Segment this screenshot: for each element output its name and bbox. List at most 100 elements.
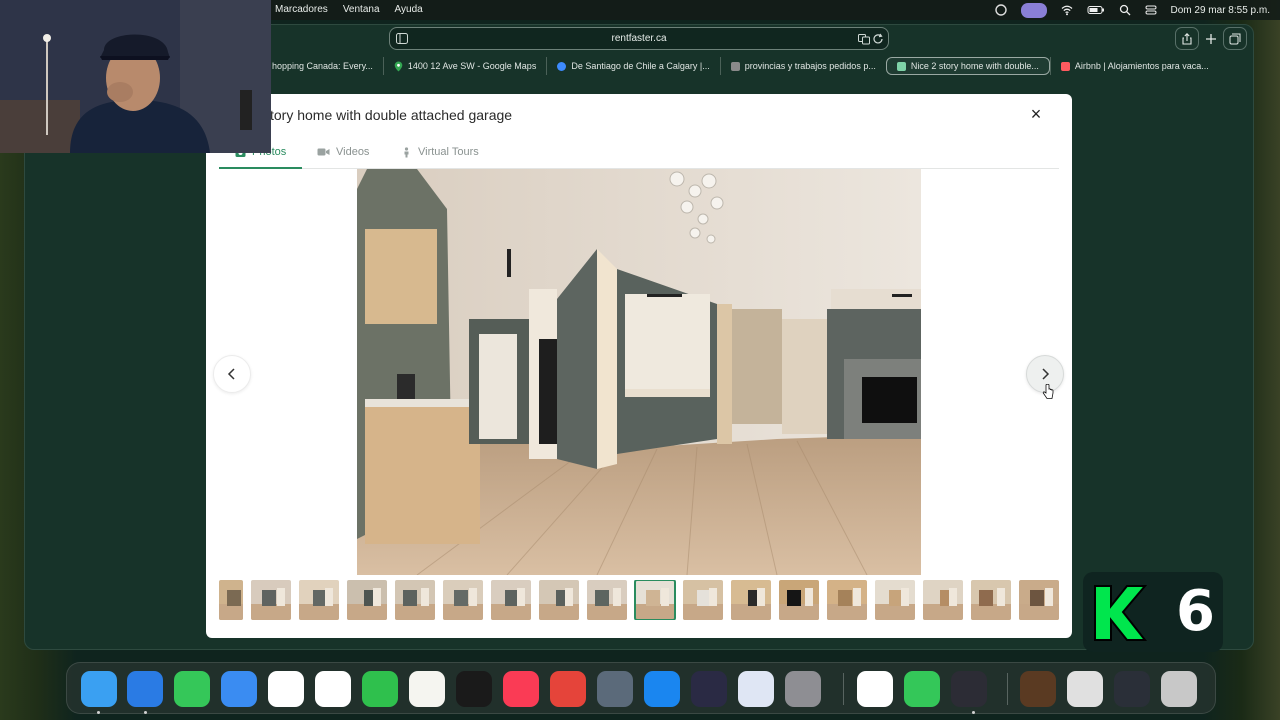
menu-clock[interactable]: Dom 29 mar 8:55 p.m. [1171,5,1270,16]
dock-finder-icon[interactable] [81,671,117,707]
share-button[interactable] [1175,27,1199,50]
photo-thumbnail[interactable] [683,580,723,620]
airbnb-favicon-icon [1060,61,1070,71]
menu-ventana[interactable]: Ventana [343,4,380,15]
photo-thumbnail[interactable] [347,580,387,620]
screen-recording-icon[interactable] [1020,2,1047,18]
tab-airbnb[interactable]: Airbnb | Alojamientos para vaca... [1049,57,1219,75]
dock-omnifocus-icon[interactable] [597,671,633,707]
dock-phone-icon[interactable] [904,671,940,707]
dock-preview-icon[interactable] [1067,671,1103,707]
dock-mail-icon[interactable] [221,671,257,707]
tab-santiago-calgary[interactable]: De Santiago de Chile a Calgary |... [546,57,719,75]
modal-title: tory home with double attached garage [270,107,513,123]
url-text[interactable]: rentfaster.ca [611,33,666,44]
translate-icon[interactable] [858,33,870,45]
main-photo [357,169,921,575]
menu-ayuda[interactable]: Ayuda [395,4,423,15]
tab-rentfaster[interactable]: Nice 2 story home with double... [885,57,1050,75]
reload-icon[interactable] [872,33,884,45]
photo-thumbnail[interactable] [875,580,915,620]
dock-screenshots-icon[interactable] [1114,671,1150,707]
photo-thumbnail[interactable] [923,580,963,620]
chevron-right-icon [1042,368,1050,380]
dock-messages-icon[interactable] [174,671,210,707]
photo-thumbnail[interactable] [779,580,819,620]
tab-overview-button[interactable] [1223,27,1247,50]
photo-thumbnail[interactable] [587,580,627,620]
maps-pin-icon [394,61,403,71]
dock-music-icon[interactable] [503,671,539,707]
street-view-icon [404,146,409,157]
menu-marcadores[interactable]: Marcadores [275,4,328,15]
webcam-overlay [0,0,271,153]
media-tabs: Photos Videos Virtual Tours [219,143,1059,169]
dock-trash-icon[interactable] [1161,671,1197,707]
dock-obs-icon[interactable] [951,671,987,707]
tab-label: 1400 12 Ave SW - Google Maps [407,61,537,71]
photo-thumbnail[interactable] [219,580,243,620]
address-bar[interactable]: rentfaster.ca [389,27,889,50]
dock-notes-icon[interactable] [409,671,445,707]
dock-simulator-icon[interactable] [738,671,774,707]
photo-thumbnail[interactable] [299,580,339,620]
photo-thumbnail[interactable] [443,580,483,620]
wifi-icon[interactable] [1061,4,1073,16]
photo-thumbnail[interactable] [491,580,531,620]
dock-facetime-icon[interactable] [362,671,398,707]
tab-google-maps[interactable]: 1400 12 Ave SW - Google Maps [382,57,546,75]
dock-separator [843,673,844,705]
tab-label: Nice 2 story home with double... [910,61,1039,71]
running-app-indicator [144,711,147,714]
dock-app-store-icon[interactable] [644,671,680,707]
tab-virtual-tours[interactable]: Virtual Tours [401,146,479,158]
tab-provincias[interactable]: provincias y trabajos pedidos p... [719,57,886,75]
search-icon[interactable] [1119,4,1131,16]
share-icon [1182,32,1192,45]
dock-quicktime-icon[interactable] [857,671,893,707]
dock-davinci-resolve-icon[interactable] [691,671,727,707]
photo-thumbnail[interactable] [251,580,291,620]
running-app-indicator [972,711,975,714]
dock [66,662,1216,714]
tab-bar: hopping Canada: Every... 1400 12 Ave SW … [262,56,1219,76]
thumbnail-strip [219,580,1059,620]
tab-label: hopping Canada: Every... [272,61,373,71]
previous-photo-button[interactable] [213,355,251,393]
battery-icon[interactable] [1087,4,1105,16]
photo-thumbnail[interactable] [395,580,435,620]
creative-cloud-icon[interactable] [994,4,1007,16]
tab-videos[interactable]: Videos [317,146,369,158]
running-app-indicator [97,711,100,714]
dock-rocket-typist-icon[interactable] [550,671,586,707]
photo-thumbnail[interactable] [827,580,867,620]
new-tab-button[interactable] [1199,27,1223,50]
k6-number-text: 6 [1176,579,1215,644]
dock-tv-icon[interactable] [456,671,492,707]
close-button[interactable]: × [1028,105,1044,123]
active-tab-indicator [219,167,302,169]
chevron-left-icon [227,368,235,380]
dock-system-settings-icon[interactable] [785,671,821,707]
dock-safari-icon[interactable] [127,671,163,707]
tab-label: provincias y trabajos pedidos p... [744,61,876,71]
sidebar-toggle-icon[interactable] [396,33,408,44]
dock-age-of-empires-icon[interactable] [1020,671,1056,707]
tab-shopping-canada[interactable]: hopping Canada: Every... [262,57,383,75]
video-icon [317,148,330,156]
tab-label: De Santiago de Chile a Calgary |... [571,61,710,71]
hand-pointer-cursor-icon [1042,384,1054,399]
dock-maps-icon[interactable] [268,671,304,707]
photo-thumbnail[interactable] [634,580,676,620]
photo-thumbnail[interactable] [539,580,579,620]
travel-favicon-icon [557,61,567,71]
k6-logo-overlay: 6 [1083,572,1223,652]
tab-label: Airbnb | Alojamientos para vaca... [1074,61,1209,71]
photo-thumbnail[interactable] [1019,580,1059,620]
tab-virtual-tours-label: Virtual Tours [418,146,479,158]
tabs-overview-icon [1229,33,1241,44]
control-center-icon[interactable] [1145,4,1157,16]
photo-thumbnail[interactable] [971,580,1011,620]
photo-thumbnail[interactable] [731,580,771,620]
dock-photos-icon[interactable] [315,671,351,707]
